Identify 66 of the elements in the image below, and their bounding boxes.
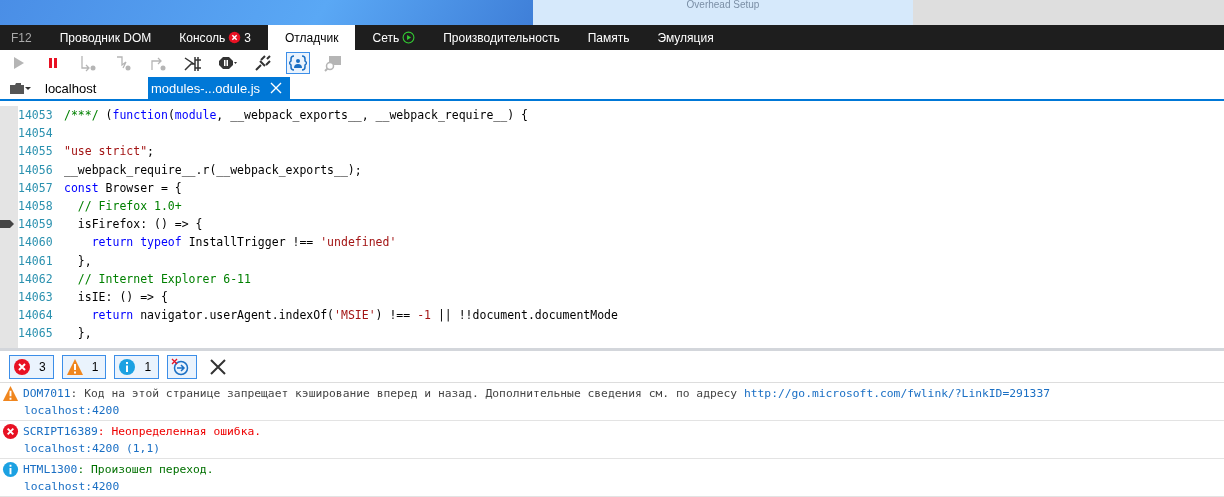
navigate-icon bbox=[171, 357, 190, 376]
search-map-icon bbox=[324, 53, 342, 72]
line-number: 14056 bbox=[18, 162, 54, 177]
line-number: 14062 bbox=[18, 271, 54, 286]
line-number: 14057 bbox=[18, 180, 54, 195]
console-message: HTML1300: Произошел переход. bbox=[23, 462, 214, 476]
code-line: // Firefox 1.0+ bbox=[76, 199, 182, 214]
warning-filter-button[interactable]: 1 bbox=[61, 354, 107, 379]
error-icon bbox=[228, 31, 242, 44]
source-link[interactable]: localhost:4200 bbox=[0, 402, 120, 420]
tools-label: F12 bbox=[10, 29, 33, 47]
line-number: 14055 bbox=[18, 144, 54, 159]
line-number: 14060 bbox=[18, 235, 54, 250]
help-link[interactable]: http://go.microsoft.com/fwlink/?LinkID=291337 bbox=[743, 386, 1050, 400]
code-line: return typeof InstallTrigger !== 'undefined' bbox=[90, 235, 397, 250]
file-tab[interactable]: modules-...odule.js bbox=[148, 77, 291, 99]
page-caption: Overhead Setup bbox=[686, 0, 760, 9]
line-number: 14063 bbox=[18, 289, 54, 304]
line-number: 14064 bbox=[18, 308, 54, 323]
line-number: 14059 bbox=[18, 217, 54, 232]
console-message: SCRIPT16389: Неопределенная ошибка. bbox=[23, 424, 262, 438]
code-line: __webpack_require__.r(__webpack_exports__); bbox=[64, 162, 362, 177]
code-line: isIE: () => { bbox=[76, 289, 168, 304]
devtools-tab[interactable]: Сеть bbox=[361, 25, 427, 50]
folder-icon bbox=[9, 81, 25, 95]
console-message: DOM7011: Код на этой странице запрещает кэширование вперед и назад. Дополнительные сведения см. по адресу http://go.microsoft.com/fwlink/?LinkID=291337 bbox=[23, 386, 1050, 400]
info-icon bbox=[2, 460, 19, 478]
host-label: localhost bbox=[44, 79, 98, 98]
warning-icon bbox=[65, 357, 84, 376]
devtools-tab[interactable]: Память bbox=[576, 25, 641, 50]
error-icon bbox=[2, 422, 19, 440]
code-line: return navigator.userAgent.indexOf('MSIE') !== -1 || !!document.documentMode bbox=[90, 308, 618, 323]
step-over-icon bbox=[114, 53, 132, 72]
clear-on-navigate-button[interactable] bbox=[167, 354, 198, 379]
info-icon bbox=[118, 357, 137, 376]
caret-icon bbox=[25, 86, 31, 90]
plug-icon bbox=[254, 53, 272, 72]
devtools-tab[interactable]: Отладчик bbox=[268, 25, 356, 50]
warning-icon bbox=[2, 384, 19, 402]
devtools-tab[interactable]: Проводник DOM bbox=[48, 25, 163, 50]
step-into-icon bbox=[79, 53, 97, 72]
code-line: }, bbox=[76, 326, 92, 341]
close-icon[interactable] bbox=[270, 82, 283, 94]
line-number: 14061 bbox=[18, 253, 54, 268]
play-icon bbox=[402, 31, 416, 44]
close-icon bbox=[209, 357, 228, 376]
line-number: 14058 bbox=[18, 199, 54, 214]
code-line: /***/ (function(module, __webpack_exports__, __webpack_require__) { bbox=[64, 108, 528, 123]
source-link[interactable]: localhost:4200 (1,1) bbox=[0, 440, 161, 458]
code-line: // Internet Explorer 6-11 bbox=[76, 271, 251, 286]
code-line: "use strict"; bbox=[64, 144, 155, 159]
source-link[interactable]: localhost:4200 bbox=[0, 478, 120, 496]
braces-icon bbox=[289, 53, 307, 72]
line-number: 14053 bbox=[18, 108, 54, 123]
braces-button[interactable] bbox=[286, 51, 310, 74]
devtools-tab[interactable]: Эмуляция bbox=[646, 25, 725, 50]
code-line: const Browser = { bbox=[64, 180, 182, 195]
devtools-tab[interactable]: Консоль 3 bbox=[168, 25, 262, 50]
line-number: 14065 bbox=[18, 326, 54, 341]
line-number: 14054 bbox=[18, 126, 54, 141]
error-filter-button[interactable]: 3 bbox=[9, 354, 54, 379]
devtools-tab[interactable]: Производительность bbox=[432, 25, 571, 50]
code-line: }, bbox=[76, 253, 92, 268]
code-line: isFirefox: () => { bbox=[76, 217, 203, 232]
error-icon bbox=[13, 357, 31, 376]
info-filter-button[interactable]: 1 bbox=[114, 354, 160, 379]
